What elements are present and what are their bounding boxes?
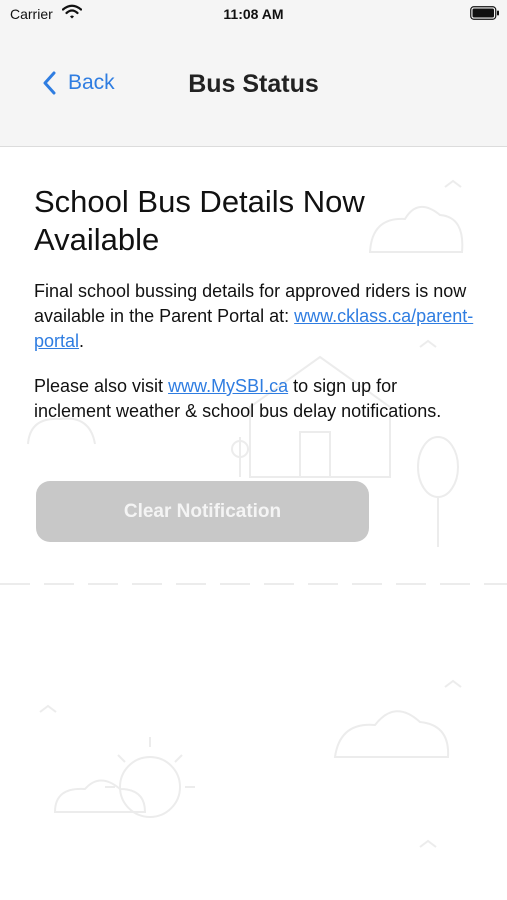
notification-headline: School Bus Details Now Available bbox=[34, 184, 365, 257]
page-title: Bus Status bbox=[188, 70, 319, 98]
clear-notification-button[interactable]: Clear Notification bbox=[36, 481, 369, 542]
mysbi-link[interactable]: www.MySBI.ca bbox=[168, 376, 288, 396]
clock: 11:08 AM bbox=[223, 6, 284, 22]
notification-paragraph-sbi: Please also visit www.MySBI.ca to sign u… bbox=[34, 374, 474, 424]
status-bar: Carrier 11:08 AM bbox=[0, 0, 507, 30]
navigation-bar: Back Bus Status bbox=[0, 30, 507, 147]
battery-icon bbox=[470, 6, 499, 20]
portal-period: . bbox=[79, 331, 85, 351]
notification-content: School Bus Details Now Available Final s… bbox=[34, 183, 474, 424]
sbi-prefix-text: Please also visit bbox=[34, 376, 169, 396]
notification-paragraph-portal: Final school bussing details for approve… bbox=[34, 279, 474, 354]
